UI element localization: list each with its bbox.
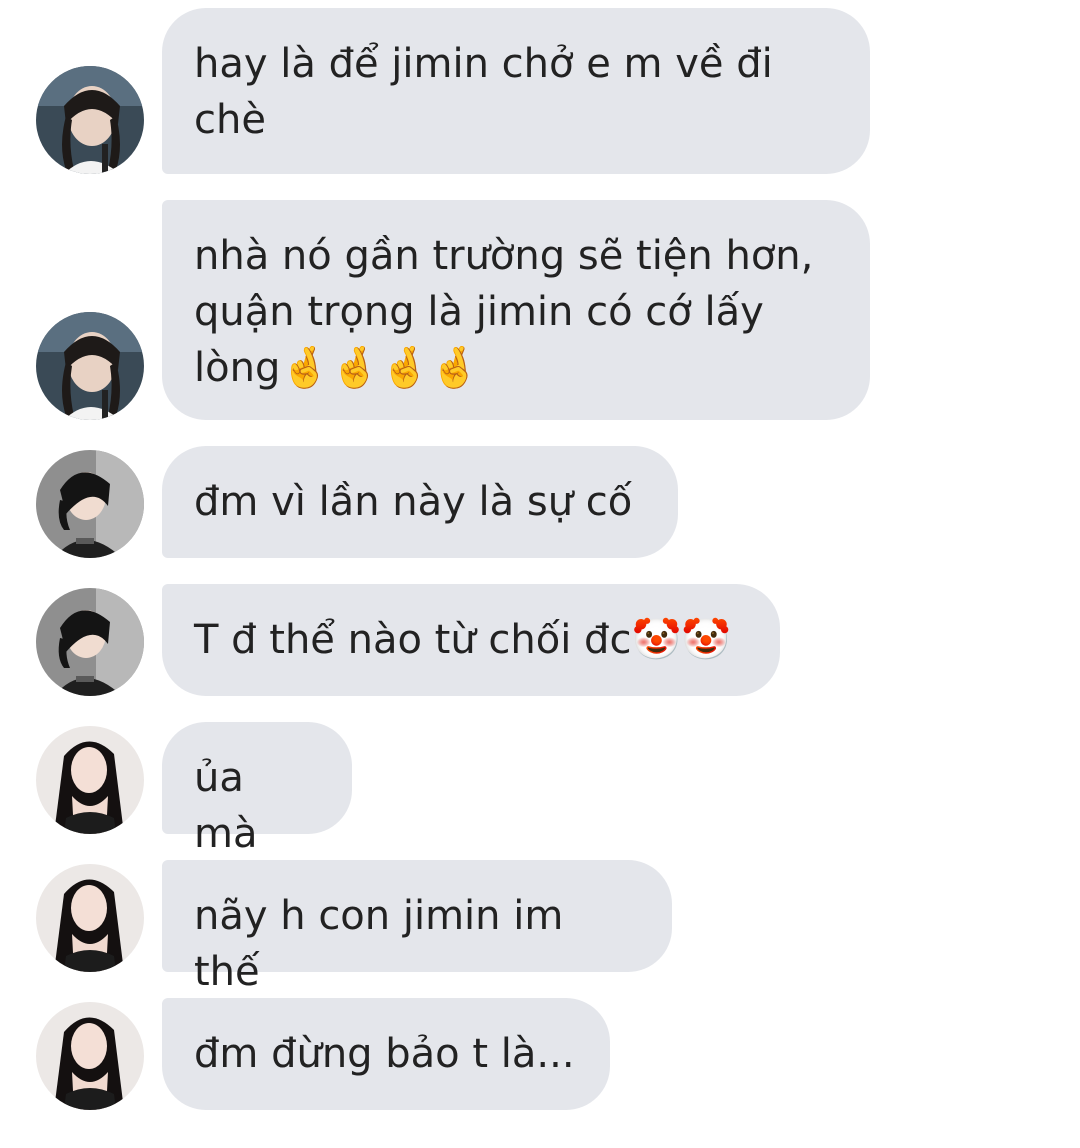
avatar[interactable] xyxy=(36,312,144,420)
message-text: ủa mà xyxy=(194,755,258,857)
braids-avatar-image xyxy=(36,66,144,174)
braids-avatar-image xyxy=(36,312,144,420)
avatar[interactable] xyxy=(36,588,144,696)
short-hair-avatar-image xyxy=(36,588,144,696)
message-text: đm đừng bảo t là... xyxy=(194,1031,575,1077)
avatar[interactable] xyxy=(36,726,144,834)
message-text: nãy h con jimin im thế xyxy=(194,893,577,995)
message-bubble[interactable]: nhà nó gần trường sẽ tiện hơn, quận trọn… xyxy=(162,200,870,420)
message-text: hay là để jimin chở e m về đi chè xyxy=(194,41,773,143)
message-bubble[interactable]: đm đừng bảo t là... xyxy=(162,998,610,1110)
message-bubble[interactable]: ủa mà xyxy=(162,722,352,857)
long-hair-avatar-image xyxy=(36,726,144,834)
message-bubble[interactable]: nãy h con jimin im thế xyxy=(162,860,672,995)
message-bubble[interactable]: T đ thể nào từ chối đc🤡🤡 xyxy=(162,584,780,696)
long-hair-avatar-image xyxy=(36,864,144,972)
message-bubble[interactable]: đm vì lần này là sự cố xyxy=(162,446,678,558)
message-text: nhà nó gần trường sẽ tiện hơn, quận trọn… xyxy=(194,233,814,391)
avatar[interactable] xyxy=(36,450,144,558)
short-hair-avatar-image xyxy=(36,450,144,558)
chat-thread: hay là để jimin chở e m về đi chè nhà nó… xyxy=(0,0,1080,1148)
message-bubble[interactable]: hay là để jimin chở e m về đi chè xyxy=(162,8,870,174)
long-hair-avatar-image xyxy=(36,1002,144,1110)
message-text: T đ thể nào từ chối đc🤡🤡 xyxy=(194,617,732,663)
message-text: đm vì lần này là sự cố xyxy=(194,479,633,525)
avatar[interactable] xyxy=(36,1002,144,1110)
avatar[interactable] xyxy=(36,66,144,174)
avatar[interactable] xyxy=(36,864,144,972)
